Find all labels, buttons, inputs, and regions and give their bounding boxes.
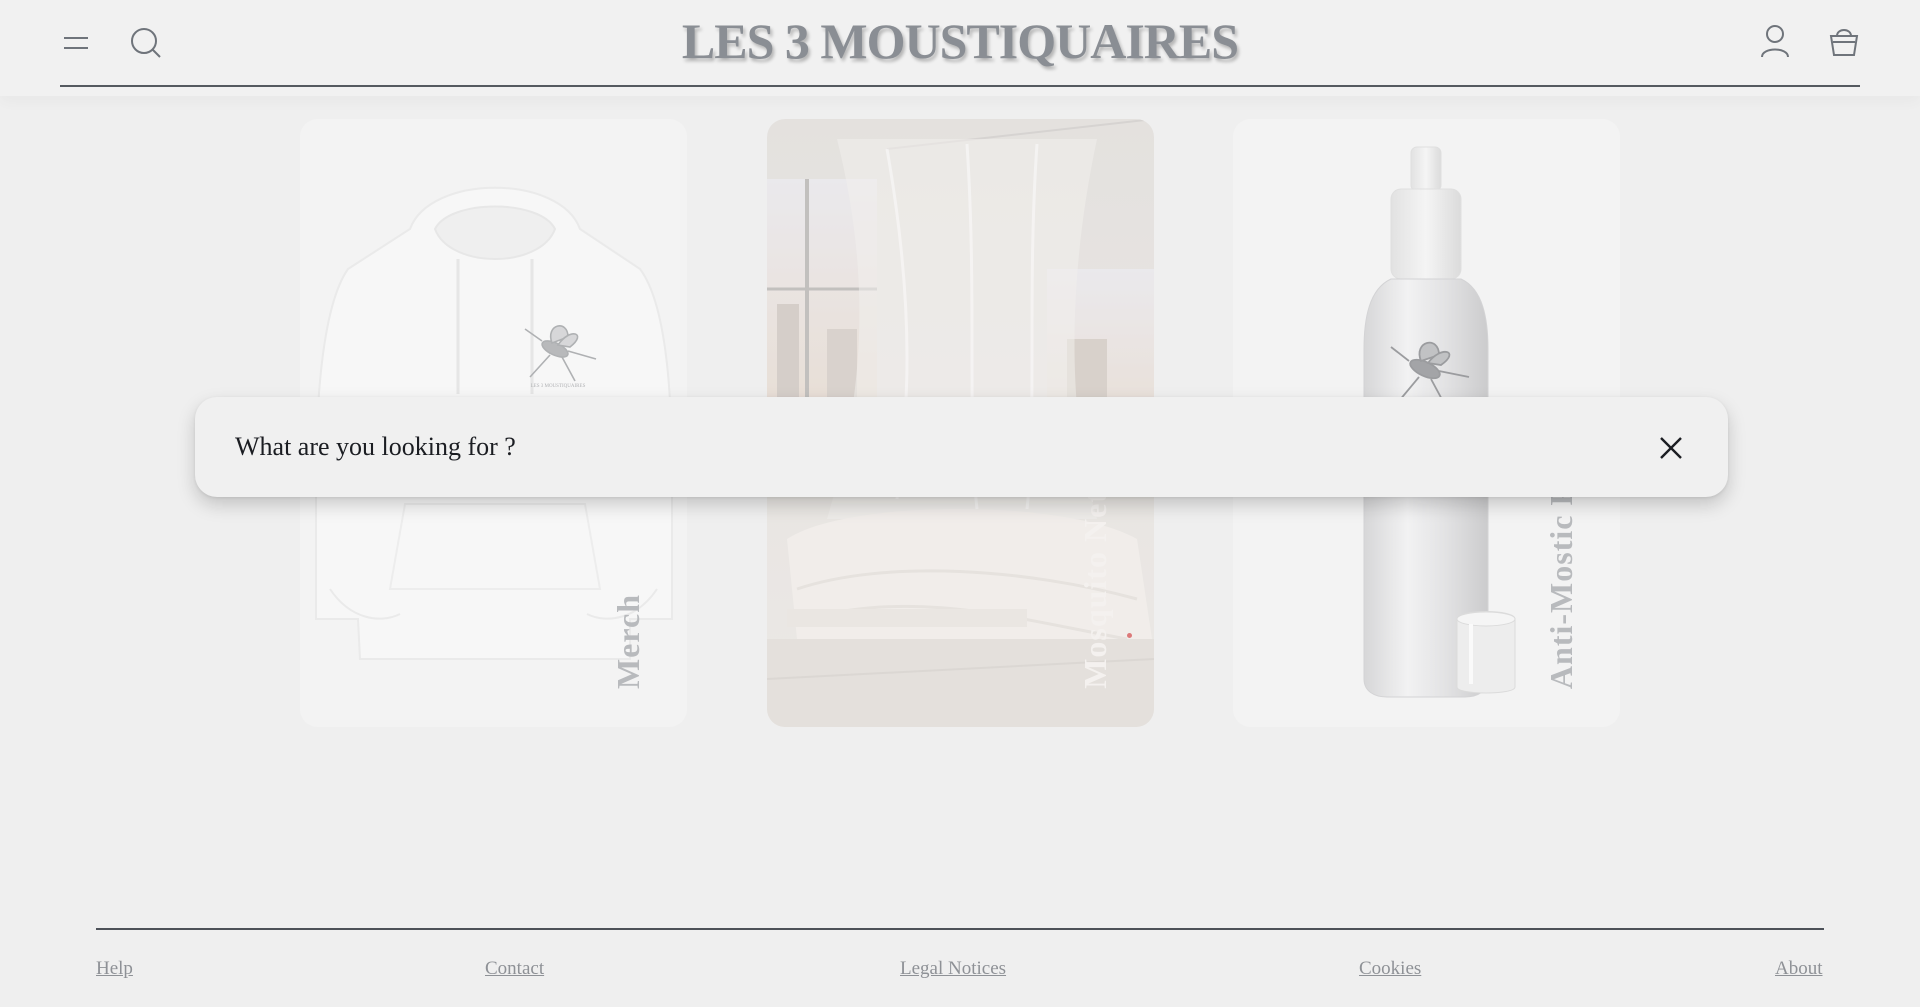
footer-link-contact[interactable]: Contact — [485, 958, 544, 980]
header-divider — [60, 85, 1860, 87]
footer-link-cookies[interactable]: Cookies — [1359, 958, 1421, 980]
basket-icon[interactable] — [1824, 21, 1864, 61]
footer-link-legal-notices[interactable]: Legal Notices — [900, 958, 1006, 980]
footer-divider — [96, 928, 1824, 930]
site-logo[interactable]: LES 3 MOUSTIQUAIRES — [682, 13, 1239, 69]
user-icon[interactable] — [1755, 21, 1795, 61]
search-input[interactable] — [235, 425, 1615, 469]
menu-icon[interactable] — [56, 23, 96, 63]
search-panel — [195, 397, 1728, 497]
site-header: LES 3 MOUSTIQUAIRES — [0, 0, 1920, 96]
footer-link-help[interactable]: Help — [96, 958, 133, 980]
footer-link-about[interactable]: About — [1775, 958, 1823, 980]
close-icon[interactable] — [1648, 425, 1694, 471]
search-icon[interactable] — [126, 23, 166, 63]
